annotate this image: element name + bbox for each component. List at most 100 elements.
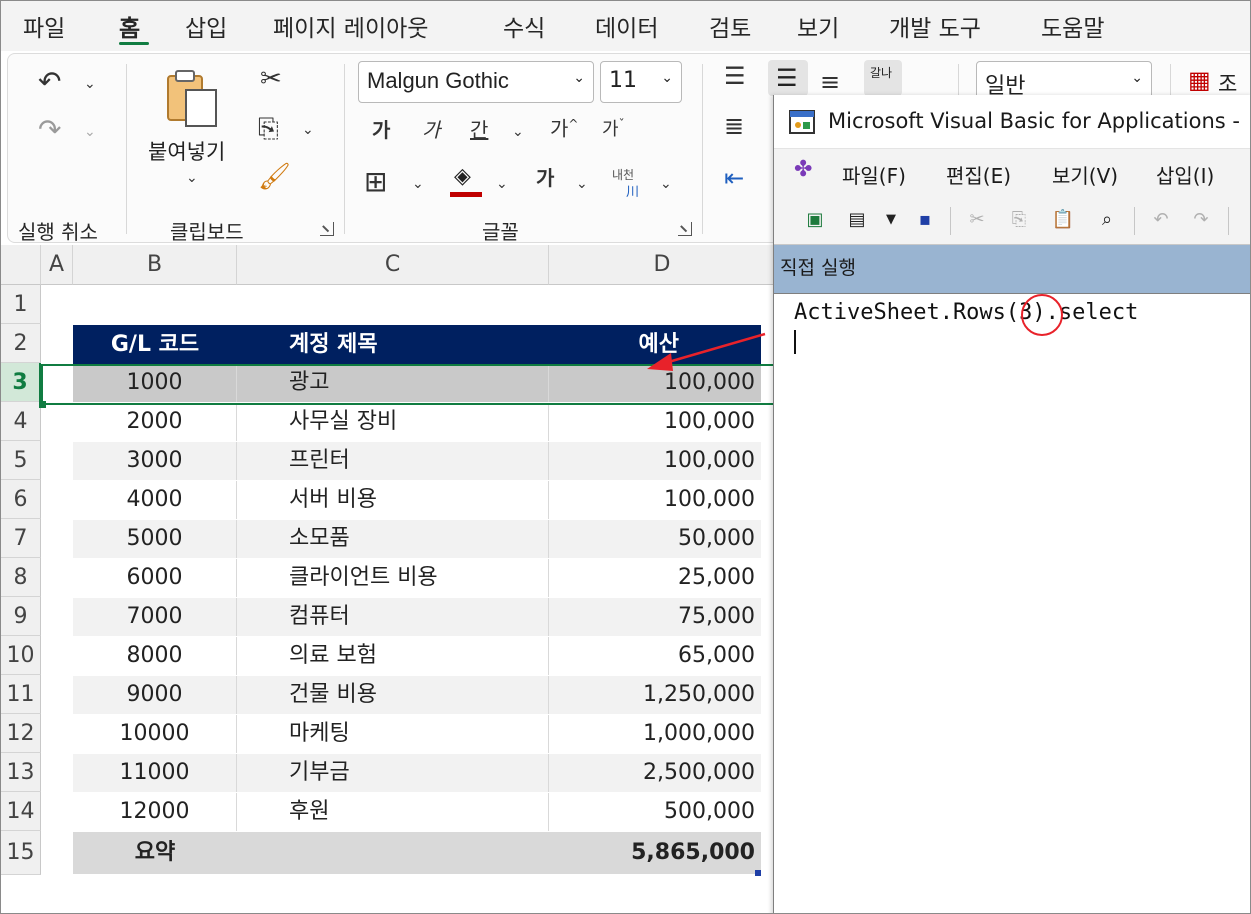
row-header-8[interactable]: 8 [1, 558, 41, 597]
align-bottom-icon[interactable]: ≡ [820, 70, 840, 94]
view-excel-icon[interactable]: ▣ [802, 207, 828, 233]
row-header-13[interactable]: 13 [1, 753, 41, 792]
tab-developer[interactable]: 개발 도구 [889, 9, 981, 43]
immediate-window-title-bar[interactable]: 직접 실행 [774, 245, 1250, 293]
table-cell-code[interactable]: 8000 [73, 637, 237, 675]
table-cell-title[interactable]: 소모품 [237, 520, 549, 558]
table-cell-title[interactable]: 클라이언트 비용 [237, 559, 549, 597]
immediate-window[interactable]: ActiveSheet.Rows(3).select [774, 293, 1250, 913]
table-cell-title[interactable]: 후원 [237, 793, 549, 831]
row-header-3[interactable]: 3 [1, 363, 41, 402]
table-cell-title[interactable]: 서버 비용 [237, 481, 549, 519]
vba-menu-insert[interactable]: 삽입(I) [1156, 160, 1214, 189]
row-header-6[interactable]: 6 [1, 480, 41, 519]
table-cell-code[interactable]: 10000 [73, 715, 237, 753]
table-cell-title[interactable]: 사무실 장비 [237, 403, 549, 441]
table-cell-title[interactable]: 기부금 [237, 754, 549, 792]
table-cell-title[interactable]: 마케팅 [237, 715, 549, 753]
table-resize-handle[interactable] [755, 870, 761, 876]
table-cell-budget[interactable]: 25,000 [549, 559, 761, 597]
copy-icon[interactable]: ⎘ [258, 116, 279, 142]
vba-menu-view[interactable]: 보기(V) [1052, 160, 1118, 189]
tab-page-layout[interactable]: 페이지 레이아웃 [273, 9, 428, 43]
tab-insert[interactable]: 삽입 [185, 9, 227, 43]
table-cell-code[interactable]: 4000 [73, 481, 237, 519]
table-cell-budget[interactable]: 1,250,000 [549, 676, 761, 714]
underline-dropdown-icon[interactable]: ⌄ [512, 124, 524, 140]
tab-help[interactable]: 도움말 [1041, 9, 1104, 43]
redo-icon[interactable]: ↷ [1188, 207, 1214, 233]
row-header-4[interactable]: 4 [1, 402, 41, 441]
column-header-a[interactable]: A [41, 245, 73, 285]
table-cell-code[interactable]: 7000 [73, 598, 237, 636]
borders-icon[interactable]: ⊞ [364, 168, 387, 196]
copy-dropdown-icon[interactable]: ⌄ [302, 122, 314, 138]
table-cell-budget[interactable]: 100,000 [549, 481, 761, 519]
font-launcher-icon[interactable] [678, 222, 692, 236]
bold-button[interactable]: 가 [372, 120, 390, 140]
row-header-5[interactable]: 5 [1, 441, 41, 480]
decrease-indent-icon[interactable]: ⇤ [724, 166, 744, 190]
cut-icon[interactable]: ✂ [260, 66, 282, 92]
table-cell-budget[interactable]: 2,500,000 [549, 754, 761, 792]
vba-menu-file[interactable]: 파일(F) [842, 160, 906, 189]
table-cell-code[interactable]: 11000 [73, 754, 237, 792]
table-cell-budget[interactable]: 100,000 [549, 403, 761, 441]
format-painter-icon[interactable]: 🖌 [258, 164, 291, 190]
row-header-11[interactable]: 11 [1, 675, 41, 714]
wrap-text-button[interactable]: 갈나 [864, 60, 902, 96]
table-cell-budget[interactable]: 500,000 [549, 793, 761, 831]
table-cell-title[interactable]: 건물 비용 [237, 676, 549, 714]
row-header-15[interactable]: 15 [1, 831, 41, 875]
paste-icon[interactable]: 📋 [1050, 207, 1076, 233]
undo-dropdown-icon[interactable]: ⌄ [84, 76, 96, 92]
clipboard-launcher-icon[interactable] [320, 222, 334, 236]
table-header-title[interactable]: 계정 제목 [237, 325, 549, 364]
row-header-9[interactable]: 9 [1, 597, 41, 636]
tab-view[interactable]: 보기 [797, 9, 839, 43]
font-color-dropdown-icon[interactable]: ⌄ [576, 176, 588, 192]
undo-icon[interactable]: ↶ [1148, 207, 1174, 233]
table-cell-budget[interactable]: 100,000 [549, 442, 761, 480]
fill-handle[interactable] [39, 401, 46, 408]
row-header-12[interactable]: 12 [1, 714, 41, 753]
table-total-value[interactable]: 5,865,000 [549, 832, 761, 874]
tab-file[interactable]: 파일 [23, 9, 65, 43]
table-cell-code[interactable]: 3000 [73, 442, 237, 480]
fill-color-dropdown-icon[interactable]: ⌄ [496, 176, 508, 192]
phonetic-dropdown-icon[interactable]: ⌄ [660, 176, 672, 192]
insert-userform-icon[interactable]: ▤ [844, 207, 870, 233]
italic-button[interactable]: 가 [422, 120, 440, 140]
redo-dropdown-icon[interactable]: ⌄ [84, 124, 96, 140]
table-cell-code[interactable]: 2000 [73, 403, 237, 441]
tab-review[interactable]: 검토 [709, 9, 751, 43]
tab-home[interactable]: 홈 [119, 9, 140, 43]
table-cell-budget[interactable]: 75,000 [549, 598, 761, 636]
font-color-button[interactable]: 가 [536, 168, 554, 188]
paste-button[interactable]: 붙여넣기 ⌄ [144, 68, 244, 198]
find-icon[interactable]: ⌕ [1094, 207, 1120, 233]
save-icon[interactable]: ▪ [912, 207, 938, 233]
table-total-empty[interactable] [237, 832, 549, 874]
table-cell-budget[interactable]: 1,000,000 [549, 715, 761, 753]
vba-title-bar[interactable]: Microsoft Visual Basic for Applications … [774, 95, 1250, 149]
tab-formulas[interactable]: 수식 [503, 9, 545, 43]
align-top-icon[interactable]: ☰ [724, 64, 746, 88]
table-header-budget[interactable]: 예산 [549, 325, 761, 364]
table-header-code[interactable]: G/L 코드 [73, 325, 237, 364]
align-middle-button[interactable]: ☰ [768, 60, 808, 96]
row-header-1[interactable]: 1 [1, 285, 41, 324]
copy-icon[interactable]: ⎘ [1006, 207, 1032, 233]
row-header-10[interactable]: 10 [1, 636, 41, 675]
table-cell-code[interactable]: 6000 [73, 559, 237, 597]
cut-icon[interactable]: ✂ [964, 207, 990, 233]
table-cell-code[interactable]: 5000 [73, 520, 237, 558]
row-header-7[interactable]: 7 [1, 519, 41, 558]
redo-icon[interactable]: ↷ [38, 116, 61, 144]
table-cell-budget[interactable]: 65,000 [549, 637, 761, 675]
font-size-select[interactable]: 11 ⌄ [600, 61, 682, 103]
table-cell-title[interactable]: 의료 보험 [237, 637, 549, 675]
select-all-corner[interactable] [1, 245, 41, 285]
row-header-2[interactable]: 2 [1, 324, 41, 363]
table-cell-code[interactable]: 9000 [73, 676, 237, 714]
